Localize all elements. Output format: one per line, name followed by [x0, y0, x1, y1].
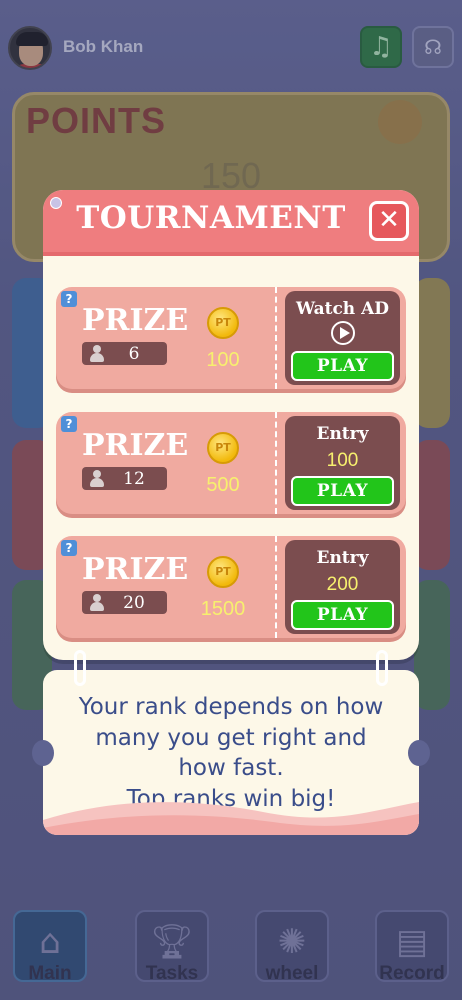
players-count: 20	[123, 593, 145, 613]
entry-label: Entry	[316, 424, 369, 444]
watch-ad-label: Watch AD	[295, 299, 390, 319]
modal-title: TOURNAMENT	[76, 200, 346, 236]
ticket-action-side: Entry 100 PLAY	[277, 412, 406, 514]
prize-value: 1500	[200, 598, 246, 620]
action-panel: Entry 200 PLAY	[285, 540, 400, 634]
prize-label: PRIZE	[82, 552, 189, 587]
tournament-row-3: ? PRIZE 20 PT 1500 Entry 200 PLAY	[56, 536, 406, 638]
close-icon: ✕	[378, 205, 400, 235]
tournament-modal: TOURNAMENT ✕ ? PRIZE 6 PT 100 Watch AD P…	[43, 190, 419, 660]
ticket-prize-side: ? PRIZE 6 PT 100	[56, 287, 277, 389]
action-panel: Entry 100 PLAY	[285, 416, 400, 510]
players-badge: 6	[82, 342, 167, 365]
tournament-row-1: ? PRIZE 6 PT 100 Watch AD PLAY	[56, 287, 406, 389]
info-card-notch-right	[408, 740, 430, 766]
info-wave-decoration	[43, 802, 419, 835]
action-panel: Watch AD PLAY	[285, 291, 400, 385]
modal-header: TOURNAMENT ✕	[43, 190, 419, 256]
coin-icon: PT	[207, 307, 239, 339]
players-count: 12	[123, 469, 145, 489]
tournament-row-2: ? PRIZE 12 PT 500 Entry 100 PLAY	[56, 412, 406, 514]
prize-value: 100	[206, 349, 240, 371]
help-icon[interactable]: ?	[61, 416, 77, 432]
binder-ring-left	[74, 650, 86, 686]
entry-value: 100	[326, 450, 359, 471]
close-button[interactable]: ✕	[369, 201, 409, 241]
play-circle-icon	[331, 321, 355, 345]
prize-label: PRIZE	[82, 303, 189, 338]
person-icon	[89, 470, 105, 487]
ticket-prize-side: ? PRIZE 12 PT 500	[56, 412, 277, 514]
play-button[interactable]: PLAY	[291, 476, 394, 506]
person-icon	[89, 345, 105, 362]
entry-value: 200	[326, 574, 359, 595]
person-icon	[89, 594, 105, 611]
help-icon[interactable]: ?	[61, 291, 77, 307]
binder-ring-right	[376, 650, 388, 686]
ticket-action-side: Watch AD PLAY	[277, 287, 406, 389]
help-icon[interactable]: ?	[61, 540, 77, 556]
coin-icon: PT	[207, 556, 239, 588]
coin-icon: PT	[207, 432, 239, 464]
info-card: Your rank depends on how many you get ri…	[43, 670, 419, 835]
info-line-3: how fast.	[178, 755, 284, 781]
prize-label: PRIZE	[82, 428, 189, 463]
info-line-2: many you get right and	[95, 724, 367, 751]
info-line-1: Your rank depends on how	[78, 694, 384, 720]
players-badge: 12	[82, 467, 167, 490]
ticket-prize-side: ? PRIZE 20 PT 1500	[56, 536, 277, 638]
players-badge: 20	[82, 591, 167, 614]
play-button[interactable]: PLAY	[291, 351, 394, 381]
ticket-action-side: Entry 200 PLAY	[277, 536, 406, 638]
entry-label: Entry	[316, 548, 369, 568]
play-button[interactable]: PLAY	[291, 600, 394, 630]
prize-value: 500	[206, 474, 240, 496]
info-card-notch-left	[32, 740, 54, 766]
players-count: 6	[128, 344, 140, 364]
